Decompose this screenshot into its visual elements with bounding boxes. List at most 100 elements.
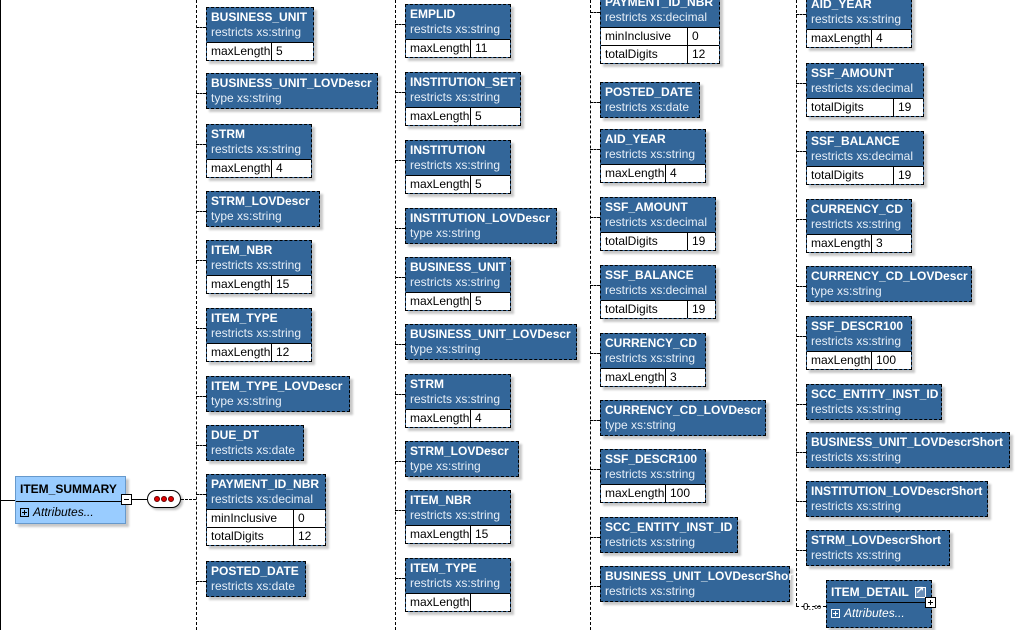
schema-element[interactable]: DUE_DT restricts xs:date: [206, 425, 304, 461]
facet-name: minInclusive: [601, 28, 688, 45]
schema-element[interactable]: EMPLID restricts xs:string maxLength 11: [405, 4, 511, 58]
schema-element[interactable]: PAYMENT_ID_NBR restricts xs:decimal minInc…: [600, 0, 720, 64]
schema-element[interactable]: STRM_LOVDescr type xs:string: [206, 191, 320, 227]
schema-element[interactable]: BUSINESS_UNIT_LOVDescrShort restricts xs:…: [806, 432, 1010, 468]
branch-line: [590, 149, 600, 150]
branch-line: [796, 452, 806, 453]
facet-name: maxLength: [807, 30, 872, 47]
schema-element[interactable]: CURRENCY_CD_LOVDescr type xs:string: [600, 400, 766, 436]
facet-row: maxLength 15: [406, 526, 510, 543]
schema-element[interactable]: SSF_BALANCE restricts xs:decimal totalDigi…: [600, 265, 716, 319]
element-header: ITEM_NBR restricts xs:string: [207, 241, 311, 275]
facet-name: totalDigits: [807, 99, 894, 116]
minus-box-icon[interactable]: [121, 494, 132, 505]
schema-element[interactable]: STRM_LOVDescrShort restricts xs:string: [806, 530, 950, 566]
schema-element[interactable]: INSTITUTION restricts xs:string maxLength 5: [405, 140, 511, 194]
schema-element[interactable]: BUSINESS_UNIT_LOVDescrShort restricts xs:…: [600, 566, 797, 602]
schema-element[interactable]: STRM restricts xs:string maxLength 4: [405, 374, 511, 428]
schema-element[interactable]: SSF_DESCR100 restricts xs:string maxLength…: [600, 449, 706, 503]
facet-name: maxLength: [601, 369, 666, 386]
facet-row: maxLength 5: [406, 293, 510, 310]
element-name: BUSINESS_UNIT: [410, 260, 507, 274]
schema-element[interactable]: CURRENCY_CD restricts xs:string maxLength 3: [806, 199, 912, 253]
schema-element[interactable]: SSF_AMOUNT restricts xs:decimal totalDigit…: [600, 197, 716, 251]
schema-element[interactable]: SCC_ENTITY_INST_ID restricts xs:string: [600, 517, 738, 553]
schema-element[interactable]: POSTED_DATE restricts xs:date: [206, 561, 306, 597]
branch-line: [590, 12, 600, 13]
element-name: ITEM_TYPE: [410, 561, 477, 575]
facet-row: maxLength 3: [601, 369, 705, 386]
schema-element[interactable]: BUSINESS_UNIT restricts xs:string maxLengt…: [405, 257, 511, 311]
branch-line: [590, 217, 600, 218]
schema-element[interactable]: AID_YEAR restricts xs:string maxLength 4: [600, 129, 706, 183]
schema-element[interactable]: INSTITUTION_SET restricts xs:string maxLen…: [405, 72, 521, 126]
schema-element[interactable]: SCC_ENTITY_INST_ID restricts xs:string: [806, 384, 942, 420]
type-link-icon[interactable]: [914, 585, 926, 598]
sequence-compositor-icon[interactable]: [147, 490, 181, 508]
facet-value: 0: [692, 29, 699, 43]
plus-box-icon[interactable]: [831, 608, 840, 618]
element-header: STRM_LOVDescr type xs:string: [406, 442, 518, 476]
root-element-item-summary[interactable]: ITEM_SUMMARY Attributes...: [15, 476, 126, 524]
facet-table: maxLength 5: [406, 107, 520, 125]
element-name: SSF_DESCR100: [811, 319, 904, 333]
schema-element[interactable]: SSF_DESCR100 restricts xs:string maxLength…: [806, 316, 912, 370]
element-header: PAYMENT_ID_NBR restricts xs:decimal: [601, 0, 719, 27]
schema-element[interactable]: BUSINESS_UNIT restricts xs:string maxLengt…: [206, 7, 314, 61]
element-name: PAYMENT_ID_NBR: [605, 0, 714, 9]
schema-element[interactable]: INSTITUTION_LOVDescrShort restricts xs:st…: [806, 481, 988, 517]
branch-line: [796, 550, 806, 551]
element-name: ITEM_TYPE: [211, 311, 278, 325]
facet-row: totalDigits 19: [807, 99, 923, 116]
facet-name: maxLength: [406, 410, 471, 427]
element-type: restricts xs:string: [605, 535, 696, 549]
schema-element[interactable]: BUSINESS_UNIT_LOVDescr type xs:string: [405, 324, 577, 360]
schema-element[interactable]: STRM restricts xs:string maxLength 4: [206, 124, 312, 178]
expand-plus-icon[interactable]: [925, 597, 936, 608]
facet-name: totalDigits: [207, 528, 294, 545]
facet-row: totalDigits 12: [207, 527, 325, 545]
element-type: type xs:string: [605, 418, 676, 432]
element-header: ITEM_NBR restricts xs:string: [406, 491, 510, 525]
plus-box-icon[interactable]: [20, 507, 29, 517]
column-connector-line: [590, 0, 591, 630]
schema-element[interactable]: SSF_BALANCE restricts xs:decimal totalDigi…: [806, 131, 924, 185]
schema-element[interactable]: POSTED_DATE restricts xs:date: [600, 82, 700, 118]
schema-element[interactable]: CURRENCY_CD_LOVDescr type xs:string: [806, 266, 972, 302]
schema-element[interactable]: ITEM_TYPE_LOVDescr type xs:string: [206, 376, 350, 412]
schema-element[interactable]: BUSINESS_UNIT_LOVDescr type xs:string: [206, 73, 378, 109]
branch-line: [590, 469, 600, 470]
item-detail-attributes-toggle[interactable]: Attributes...: [827, 603, 931, 620]
facet-value: 12: [298, 529, 312, 543]
element-name: INSTITUTION: [410, 143, 486, 157]
element-header: CURRENCY_CD restricts xs:string: [601, 334, 705, 368]
schema-element[interactable]: ITEM_NBR restricts xs:string maxLength 15: [206, 240, 312, 294]
element-header: STRM_LOVDescrShort restricts xs:string: [807, 531, 949, 565]
element-type: restricts xs:string: [211, 258, 302, 272]
facet-table: maxLength 100: [807, 351, 911, 369]
branch-line: [590, 285, 600, 286]
schema-element[interactable]: CURRENCY_CD restricts xs:string maxLength 3: [600, 333, 706, 387]
branch-line: [590, 420, 600, 421]
schema-element[interactable]: AID_YEAR restricts xs:string maxLength 4: [806, 0, 912, 48]
root-attributes-toggle[interactable]: Attributes...: [16, 502, 125, 519]
schema-element[interactable]: SSF_AMOUNT restricts xs:decimal totalDigit…: [806, 63, 924, 117]
facet-value: 19: [692, 302, 706, 316]
facet-name: maxLength: [406, 594, 471, 611]
facet-table: totalDigits 19: [601, 300, 715, 318]
element-name: ITEM_NBR: [211, 243, 273, 257]
schema-element[interactable]: ITEM_NBR restricts xs:string maxLength 15: [405, 490, 511, 544]
element-type: restricts xs:string: [410, 392, 501, 406]
schema-element[interactable]: INSTITUTION_LOVDescr type xs:string: [405, 208, 557, 244]
schema-element[interactable]: PAYMENT_ID_NBR restricts xs:decimal minInc…: [206, 474, 326, 546]
branch-line: [395, 24, 405, 25]
facet-row: maxLength 100: [601, 485, 705, 502]
schema-element[interactable]: STRM_LOVDescr type xs:string: [405, 441, 519, 477]
element-name: SSF_DESCR100: [605, 452, 698, 466]
element-name: BUSINESS_UNIT_LOVDescr: [211, 76, 372, 90]
schema-element[interactable]: ITEM_TYPE restricts xs:string maxLength: [405, 558, 511, 612]
schema-element[interactable]: ITEM_TYPE restricts xs:string maxLength 12: [206, 308, 312, 362]
facet-table: totalDigits 19: [807, 98, 923, 116]
element-item-detail[interactable]: ITEM_DETAIL Attributes...: [826, 580, 932, 628]
facet-name: maxLength: [406, 108, 471, 125]
